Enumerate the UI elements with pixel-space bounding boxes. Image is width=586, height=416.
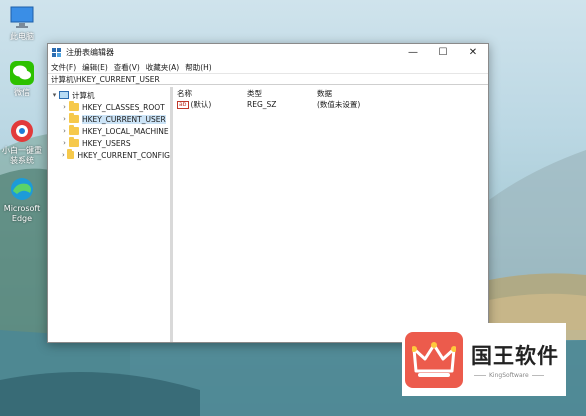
folder-icon	[69, 137, 79, 147]
folder-icon	[66, 149, 75, 159]
value-name: (默认)	[190, 100, 212, 109]
tree-pane[interactable]: ▾ 计算机 › HKEY_CLASSES_ROOT › HKEY_CURRENT…	[48, 87, 173, 342]
desktop-icon-label: 小白一键重装系统	[2, 146, 42, 165]
desktop-icon-reinstall[interactable]: 小白一键重装系统	[2, 118, 42, 166]
chevron-right-icon[interactable]: ›	[60, 103, 69, 111]
desktop-icon-label: 微信	[14, 88, 30, 97]
tree-item-hklm[interactable]: › HKEY_LOCAL_MACHINE	[48, 125, 170, 137]
edge-icon	[11, 178, 33, 200]
chevron-down-icon[interactable]: ▾	[50, 91, 59, 99]
value-type: REG_SZ	[247, 100, 277, 109]
value-data: (数值未设置)	[317, 100, 361, 109]
menu-favorites[interactable]: 收藏夹(A)	[146, 62, 179, 73]
reinstall-icon	[11, 120, 33, 142]
tree-item-hkcu[interactable]: › HKEY_CURRENT_USER	[48, 113, 170, 125]
minimize-icon: —	[408, 47, 418, 58]
string-value-icon: ab	[177, 100, 189, 109]
desktop-icon-label: 此电脑	[10, 32, 34, 41]
title-bar[interactable]: 注册表编辑器 — ☐ ✕	[48, 44, 488, 61]
address-bar[interactable]: 计算机\HKEY_CURRENT_USER	[48, 73, 488, 85]
brand-subtitle: KingSoftware	[471, 372, 559, 379]
chevron-right-icon[interactable]: ›	[60, 139, 69, 147]
column-name-header[interactable]: 名称	[177, 88, 247, 99]
window-title: 注册表编辑器	[66, 48, 114, 57]
list-header: 名称 类型 数据	[173, 87, 488, 99]
maximize-button[interactable]: ☐	[428, 44, 458, 61]
regedit-icon	[52, 47, 61, 57]
tree-item-hku[interactable]: › HKEY_USERS	[48, 137, 170, 149]
folder-icon	[69, 125, 79, 135]
tree-item-label: HKEY_CURRENT_CONFIG	[77, 150, 170, 160]
tree-root-label: 计算机	[72, 90, 95, 100]
values-pane[interactable]: 名称 类型 数据 ab (默认) REG_SZ (数值未设置)	[173, 87, 488, 342]
close-icon: ✕	[468, 47, 478, 58]
tree-item-label: HKEY_CLASSES_ROOT	[82, 102, 165, 112]
maximize-icon: ☐	[438, 47, 448, 58]
watermark-logo: 国王软件 KingSoftware	[402, 323, 566, 396]
minimize-button[interactable]: —	[398, 44, 428, 61]
desktop-icon-edge[interactable]: Microsoft Edge	[2, 176, 42, 224]
tree-item-hkcc[interactable]: › HKEY_CURRENT_CONFIG	[48, 149, 170, 161]
chevron-right-icon[interactable]: ›	[60, 127, 69, 135]
folder-icon	[69, 101, 79, 111]
brand-name: 国王软件	[471, 344, 559, 368]
monitor-icon	[10, 6, 34, 28]
desktop-icon-this-pc[interactable]: 此电脑	[2, 4, 42, 42]
column-data-header[interactable]: 数据	[317, 88, 417, 99]
menu-help[interactable]: 帮助(H)	[185, 62, 212, 73]
computer-icon	[59, 91, 69, 99]
menu-bar: 文件(F) 编辑(E) 查看(V) 收藏夹(A) 帮助(H)	[48, 61, 488, 73]
tree-root[interactable]: ▾ 计算机	[48, 89, 170, 101]
menu-file[interactable]: 文件(F)	[51, 62, 76, 73]
column-type-header[interactable]: 类型	[247, 88, 317, 99]
crown-icon	[412, 341, 456, 377]
chevron-right-icon[interactable]: ›	[60, 151, 67, 159]
tree-item-label: HKEY_USERS	[82, 138, 131, 148]
regedit-window: 注册表编辑器 — ☐ ✕ 文件(F) 编辑(E) 查看(V) 收藏夹(A) 帮助…	[47, 43, 489, 343]
menu-edit[interactable]: 编辑(E)	[82, 62, 108, 73]
close-button[interactable]: ✕	[458, 44, 488, 61]
value-name-cell: ab (默认)	[177, 99, 247, 110]
wechat-icon	[10, 61, 34, 85]
tree-item-label: HKEY_LOCAL_MACHINE	[82, 126, 169, 136]
desktop-icon-wechat[interactable]: 微信	[2, 60, 42, 98]
tree-item-label: HKEY_CURRENT_USER	[82, 114, 166, 124]
crown-logo	[405, 331, 463, 388]
desktop-icon-label: Microsoft Edge	[3, 204, 41, 223]
tree-item-hkcr[interactable]: › HKEY_CLASSES_ROOT	[48, 101, 170, 113]
table-row[interactable]: ab (默认) REG_SZ (数值未设置)	[173, 99, 488, 110]
menu-view[interactable]: 查看(V)	[114, 62, 140, 73]
chevron-right-icon[interactable]: ›	[60, 115, 69, 123]
folder-icon	[69, 113, 79, 123]
